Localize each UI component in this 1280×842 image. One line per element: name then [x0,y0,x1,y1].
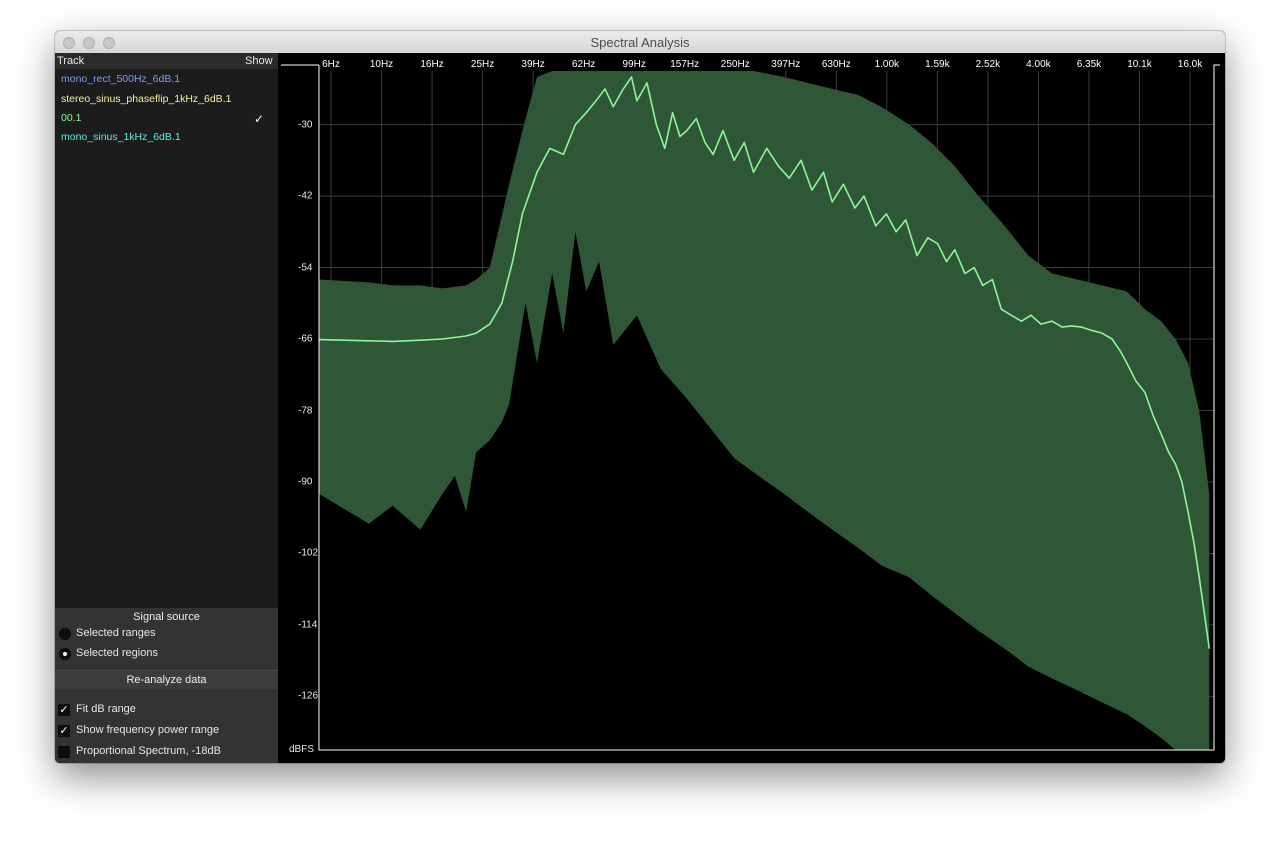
track-name: 00.1 [61,112,82,124]
track-item[interactable]: 00.1 [61,112,81,128]
window-title: Spectral Analysis [590,35,690,50]
db-tick-label: -54 [298,262,313,274]
frequency-tick-label: 10Hz [369,59,394,70]
y-axis-unit-label: dBFS [289,744,315,755]
db-tick-label: -90 [298,476,313,488]
frequency-tick-label: 157Hz [670,59,700,70]
frequency-tick-label: 1.00k [874,59,900,70]
frequency-tick-label: 4.00k [1026,59,1051,70]
frequency-tick-label: 99Hz [622,59,646,70]
frequency-tick-label: 6.35k [1076,59,1102,70]
reanalyze-data-button[interactable]: Re-analyze data [55,670,278,691]
db-tick-label: -114 [298,619,318,631]
track-name: mono_rect_500Hz_6dB.1 [61,73,181,85]
spectrum-chart-svg [281,64,1220,751]
frequency-tick-label: 39Hz [521,59,545,70]
proportional-spectrum-label[interactable]: Proportional Spectrum, -18dB [76,745,221,757]
track-item[interactable]: mono_rect_500Hz_6dB.1 [61,73,180,89]
show-frequency-power-range-checkbox[interactable]: ✓ [58,725,70,737]
selected-ranges-label[interactable]: Selected ranges [76,627,156,639]
track-name: mono_sinus_1kHz_6dB.1 [61,131,181,143]
track-name: stereo_sinus_phaseflip_1kHz_6dB.1 [61,93,232,105]
db-tick-label: -66 [298,333,313,345]
track-item[interactable]: stereo_sinus_phaseflip_1kHz_6dB.1 [61,93,231,109]
signal-source-title: Signal source [133,611,200,623]
db-tick-label: -102 [298,547,319,559]
signal-source-panel: Signal source Selected ranges Selected r… [55,608,278,763]
selected-regions-label[interactable]: Selected regions [76,647,158,659]
db-tick-label: -126 [298,690,319,702]
frequency-tick-label: 250Hz [720,59,750,70]
db-tick-label: -30 [298,119,313,131]
db-tick-label: -78 [298,405,313,416]
frequency-tick-label: 25Hz [470,59,495,70]
fit-db-range-label[interactable]: Fit dB range [76,703,136,715]
spectrum-plot[interactable]: 6Hz 10Hz 16Hz 25Hz 39Hz 62Hz 99Hz 157Hz 250Hz 397… [278,53,1225,763]
frequency-tick-label: 6Hz [322,59,340,70]
proportional-spectrum-checkbox[interactable] [58,746,70,758]
track-item[interactable]: mono_sinus_1kHz_6dB.1 [61,131,181,147]
title-bar: Spectral Analysis [55,31,1225,54]
fit-db-range-checkbox[interactable]: ✓ [58,704,70,716]
frequency-tick-label: 2.52k [975,59,1001,70]
selected-ranges-radio[interactable] [59,628,71,640]
track-column-header: Track [57,55,85,67]
spectral-analysis-window: Spectral Analysis Track Show mono_rect_5… [55,31,1225,763]
frequency-tick-label: 1.59k [925,59,950,70]
frequency-tick-label: 16Hz [420,59,444,70]
show-column-header: Show [245,55,273,67]
selected-regions-radio[interactable] [59,648,71,660]
track-list-header: Track Show [55,53,278,69]
frequency-tick-label: 397Hz [771,59,801,70]
frequency-tick-label: 10.1k [1127,59,1152,70]
show-track-checkmark[interactable]: ✓ [254,112,264,126]
frequency-tick-label: 16.0k [1177,59,1203,70]
db-tick-label: -42 [298,190,313,202]
show-frequency-power-range-label[interactable]: Show frequency power range [76,724,219,736]
frequency-tick-label: 62Hz [571,59,596,70]
frequency-tick-label: 630Hz [821,59,851,70]
track-sidebar: Track Show mono_rect_500Hz_6dB.1 stereo_… [55,53,278,763]
